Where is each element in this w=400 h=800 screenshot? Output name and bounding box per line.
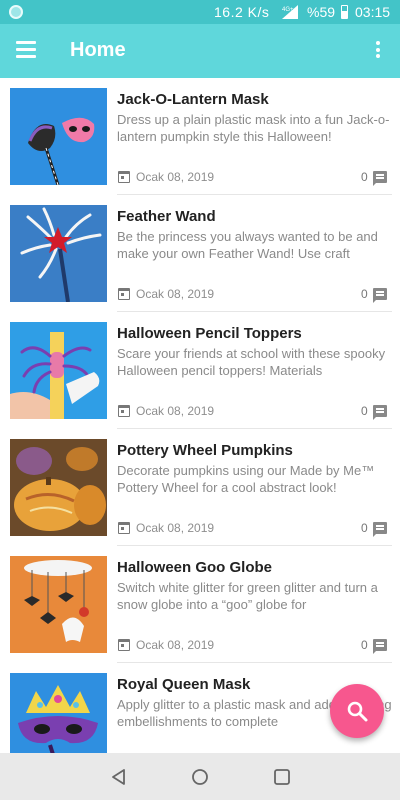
item-description: Dress up a plain plastic mask into a fun…: [117, 112, 390, 144]
item-thumbnail: [10, 322, 107, 419]
system-nav-bar: [0, 753, 400, 800]
notification-icon: [9, 5, 23, 19]
comment-count: 0: [361, 521, 368, 535]
item-title: Halloween Pencil Toppers: [117, 325, 302, 342]
home-circle-icon[interactable]: [190, 767, 210, 787]
comment-count: 0: [361, 404, 368, 418]
comment-icon: [373, 639, 387, 654]
item-date-text: Ocak 08, 2019: [136, 287, 215, 301]
page-title: Home: [70, 39, 126, 61]
comment-icon: [373, 405, 387, 420]
calendar-icon: [118, 288, 130, 300]
item-title: Halloween Goo Globe: [117, 559, 273, 576]
signal-label: 4G+: [282, 7, 294, 13]
item-description: Be the princess you always wanted to be …: [117, 229, 378, 261]
more-vert-icon[interactable]: [372, 41, 384, 61]
item-date-text: Ocak 08, 2019: [136, 404, 215, 418]
network-speed: 16.2 K/s: [214, 4, 270, 20]
calendar-icon: [118, 405, 130, 417]
search-icon: [347, 701, 368, 722]
item-title: Feather Wand: [117, 208, 216, 225]
comment-icon: [373, 288, 387, 303]
comment-count: 0: [361, 170, 368, 184]
item-thumbnail: [10, 205, 107, 302]
battery-percent: %59: [307, 4, 336, 20]
comment-icon: [373, 171, 387, 186]
list-item[interactable]: Pottery Wheel Pumpkins Decorate pumpkins…: [0, 429, 400, 546]
comment-count: 0: [361, 287, 368, 301]
signal-icon: 4G+: [282, 5, 298, 19]
calendar-icon: [118, 171, 130, 183]
item-description: Switch white glitter for green glitter a…: [117, 580, 378, 612]
status-bar: 16.2 K/s 4G+ %59 03:15: [0, 0, 400, 24]
article-list[interactable]: Jack-O-Lantern Mask Dress up a plain pla…: [0, 78, 400, 753]
item-date-text: Ocak 08, 2019: [136, 170, 215, 184]
item-thumbnail: [10, 556, 107, 653]
item-thumbnail: [10, 439, 107, 536]
hamburger-menu-icon[interactable]: [16, 41, 36, 58]
item-date-text: Ocak 08, 2019: [136, 521, 215, 535]
calendar-icon: [118, 639, 130, 651]
clock: 03:15: [355, 4, 391, 20]
comment-count: 0: [361, 638, 368, 652]
item-description: Decorate pumpkins using our Made by Me™ …: [117, 463, 375, 495]
back-triangle-icon[interactable]: [109, 767, 129, 787]
item-thumbnail: [10, 673, 107, 753]
list-item[interactable]: Jack-O-Lantern Mask Dress up a plain pla…: [0, 78, 400, 195]
item-title: Jack-O-Lantern Mask: [117, 91, 269, 108]
battery-icon: [341, 5, 348, 19]
item-thumbnail: [10, 88, 107, 185]
calendar-icon: [118, 522, 130, 534]
list-item[interactable]: Halloween Pencil Toppers Scare your frie…: [0, 312, 400, 429]
list-item[interactable]: Feather Wand Be the princess you always …: [0, 195, 400, 312]
item-title: Pottery Wheel Pumpkins: [117, 442, 293, 459]
item-date-text: Ocak 08, 2019: [136, 638, 215, 652]
item-description: Scare your friends at school with these …: [117, 346, 386, 378]
app-bar: Home: [0, 24, 400, 78]
comment-icon: [373, 522, 387, 537]
recents-square-icon[interactable]: [272, 767, 292, 787]
list-item[interactable]: Halloween Goo Globe Switch white glitter…: [0, 546, 400, 663]
item-title: Royal Queen Mask: [117, 676, 251, 693]
search-button[interactable]: [330, 684, 384, 738]
